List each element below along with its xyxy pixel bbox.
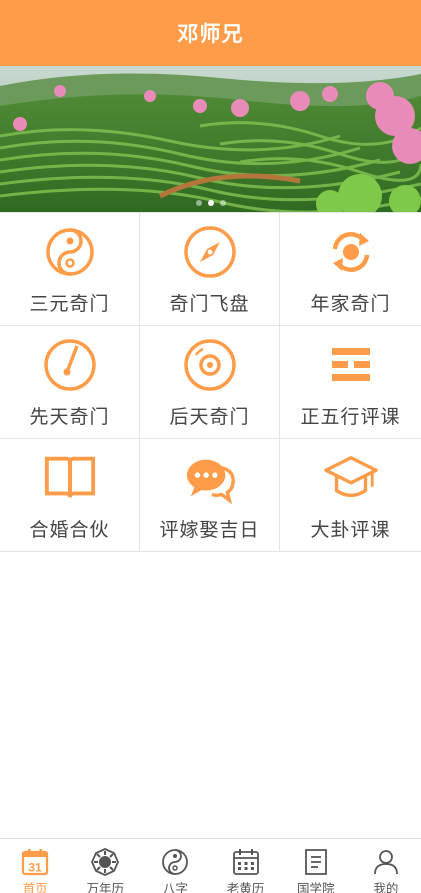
banner-carousel[interactable] [0, 66, 421, 212]
page-title: 邓师兄 [177, 22, 244, 46]
tab-label: 八字 [162, 881, 188, 893]
tab-almanac[interactable]: 老黄历 [211, 839, 281, 893]
tab-home[interactable]: 31 首页 [0, 839, 70, 893]
tab-bazi[interactable]: 八字 [140, 839, 210, 893]
banner-image [0, 66, 421, 212]
menu-item-label: 正五行评课 [300, 406, 401, 428]
carousel-indicator [0, 200, 421, 206]
user-icon [371, 847, 401, 877]
calendar-day-number: 31 [28, 861, 42, 875]
disc-icon [183, 338, 237, 392]
carousel-dot[interactable] [195, 200, 202, 206]
document-icon [301, 847, 331, 877]
trigram-icon [324, 338, 378, 392]
tab-perpetual-calendar[interactable]: 万年历 [70, 839, 140, 893]
tab-profile[interactable]: 我的 [351, 839, 421, 893]
menu-item-zheng-wuxing-pingke[interactable]: 正五行评课 [280, 326, 421, 439]
menu-item-ping-jiaqu-jiri[interactable]: 评嫁娶吉日 [140, 439, 280, 552]
yin-yang-icon [43, 225, 97, 279]
bottom-tab-bar: 31 首页 万年历 八字 老黄历 国学院 我的 [0, 838, 421, 893]
menu-item-hehun-hehuo[interactable]: 合婚合伙 [0, 439, 140, 552]
tab-guoxue[interactable]: 国学院 [281, 839, 351, 893]
tab-label: 国学院 [296, 881, 335, 893]
cycle-arrows-icon [324, 225, 378, 279]
menu-item-qimen-feipan[interactable]: 奇门飞盘 [140, 213, 280, 326]
calendar-31-icon: 31 [20, 847, 50, 877]
menu-item-sanyuan-qimen[interactable]: 三元奇门 [0, 213, 140, 326]
tab-label: 首页 [22, 881, 48, 893]
bagua-icon [90, 847, 120, 877]
open-book-icon [43, 451, 97, 505]
menu-item-label: 三元奇门 [29, 293, 110, 315]
feature-grid: 三元奇门 奇门飞盘 年家奇门 先天奇门 后天奇门 正五行评课 合婚合伙 评嫁娶吉… [0, 212, 421, 552]
menu-item-xiantian-qimen[interactable]: 先天奇门 [0, 326, 140, 439]
compass-icon [183, 225, 237, 279]
dial-icon [43, 338, 97, 392]
menu-item-nianjia-qimen[interactable]: 年家奇门 [280, 213, 421, 326]
yin-yang-icon [160, 847, 190, 877]
chat-bubbles-icon [183, 451, 237, 505]
calendar-icon [231, 847, 261, 877]
carousel-dot[interactable] [219, 200, 226, 206]
menu-item-label: 奇门飞盘 [169, 293, 250, 315]
tab-label: 万年历 [86, 881, 124, 893]
tab-label: 我的 [373, 881, 399, 893]
menu-item-houtian-qimen[interactable]: 后天奇门 [140, 326, 280, 439]
menu-item-label: 后天奇门 [169, 406, 250, 428]
graduation-cap-icon [323, 451, 378, 505]
app-header: 邓师兄 [0, 0, 421, 66]
carousel-dot-active[interactable] [207, 200, 214, 206]
menu-item-label: 评嫁娶吉日 [159, 519, 260, 541]
menu-item-dagua-pingke[interactable]: 大卦评课 [280, 439, 421, 552]
menu-item-label: 合婚合伙 [29, 519, 110, 541]
menu-item-label: 大卦评课 [310, 519, 391, 541]
tab-label: 老黄历 [226, 881, 265, 893]
menu-item-label: 年家奇门 [310, 293, 391, 315]
menu-item-label: 先天奇门 [29, 406, 110, 428]
